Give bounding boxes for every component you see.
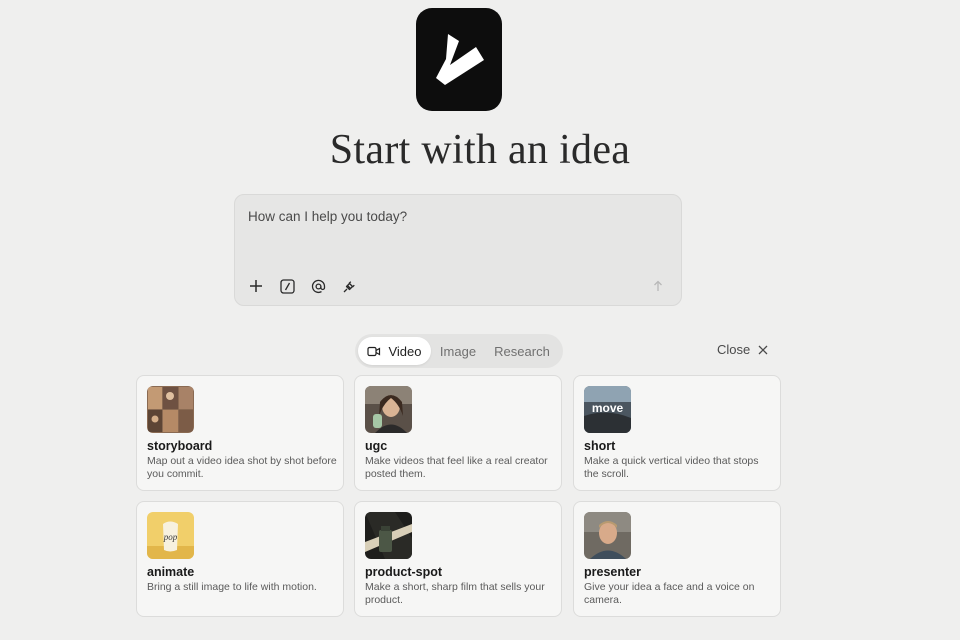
tab-label: Video — [388, 343, 422, 359]
card-storyboard[interactable]: storyboard Map out a video idea shot by … — [136, 375, 344, 491]
send-button[interactable] — [649, 277, 667, 295]
card-description: Make a short, sharp film that sells your… — [365, 581, 545, 606]
card-description: Map out a video idea shot by shot before… — [147, 455, 337, 480]
plug-icon[interactable] — [338, 275, 360, 297]
tab-video[interactable]: Video — [358, 337, 431, 365]
close-icon — [758, 345, 768, 354]
card-short[interactable]: move short Make a quick vertical video t… — [573, 375, 781, 491]
card-description: Bring a still image to life with motion. — [147, 581, 317, 593]
tab-label: Research — [494, 343, 550, 359]
product-spot-thumbnail — [365, 512, 412, 559]
mention-icon[interactable] — [307, 275, 329, 297]
prompt-input[interactable]: How can I help you today? — [248, 209, 407, 224]
card-title: product-spot — [365, 565, 443, 579]
app-logo — [416, 8, 502, 111]
tab-label: Image — [439, 343, 477, 359]
card-animate[interactable]: pop animate Bring a still image to life … — [136, 501, 344, 617]
card-title: short — [584, 439, 616, 453]
plus-icon[interactable] — [245, 275, 267, 297]
mode-tabs: Video Image Research — [355, 334, 563, 368]
video-icon — [367, 346, 381, 356]
logo-mark-icon — [436, 33, 484, 85]
card-presenter[interactable]: presenter Give your idea a face and a vo… — [573, 501, 781, 617]
page-title: Start with an idea — [329, 127, 631, 173]
animate-thumbnail: pop — [147, 512, 194, 559]
card-title: presenter — [584, 565, 641, 579]
card-title: storyboard — [147, 439, 213, 453]
card-description: Give your idea a face and a voice on cam… — [584, 581, 755, 606]
short-thumbnail: move — [584, 386, 631, 433]
close-label: Close — [717, 342, 751, 357]
presenter-thumbnail — [584, 512, 631, 559]
thumb-text: pop — [163, 532, 178, 542]
ugc-thumbnail — [365, 386, 412, 433]
tab-research[interactable]: Research — [487, 337, 557, 365]
card-ugc[interactable]: ugc Make videos that feel like a real cr… — [354, 375, 562, 491]
thumb-text: move — [592, 401, 624, 415]
arrow-up-icon — [654, 280, 662, 291]
card-description: Make a quick vertical video that stops t… — [584, 455, 759, 480]
tab-image[interactable]: Image — [433, 337, 483, 365]
card-title: ugc — [365, 439, 388, 453]
prompt-box[interactable]: How can I help you today? — [234, 194, 682, 306]
card-description: Make videos that feel like a real creato… — [365, 455, 548, 480]
card-product-spot[interactable]: product-spot Make a short, sharp film th… — [354, 501, 562, 617]
storyboard-thumbnail — [147, 386, 194, 433]
close-button[interactable]: Close — [717, 342, 768, 357]
card-title: animate — [147, 565, 195, 579]
slash-command-icon[interactable] — [276, 275, 298, 297]
